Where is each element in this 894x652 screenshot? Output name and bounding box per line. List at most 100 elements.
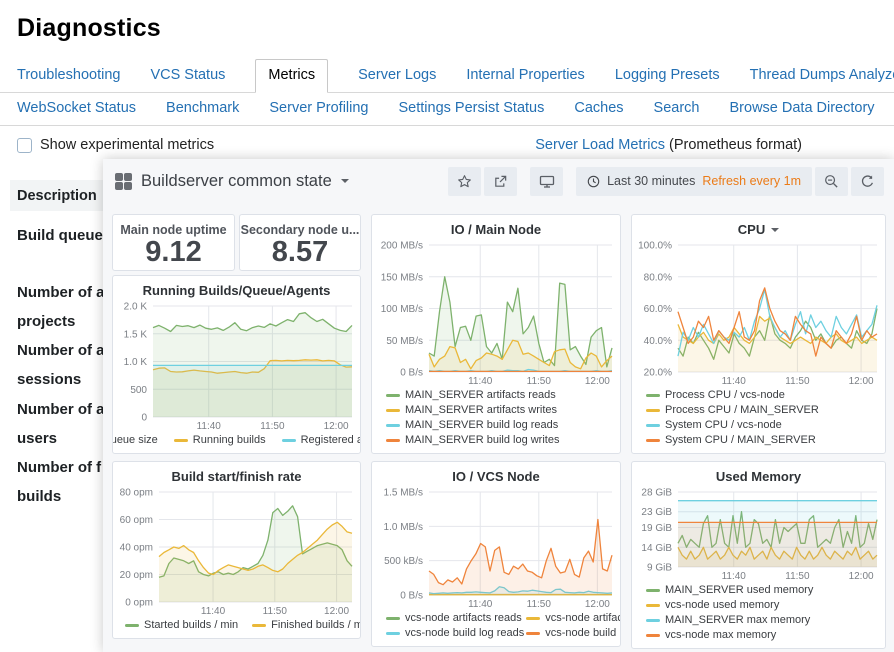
chart-canvas[interactable]: 9 GiB14 GiB19 GiB23 GiB28 GiB11:4011:501… [632, 486, 885, 582]
grafana-dashboard: Buildserver common state Last 30 minutes… [103, 159, 894, 652]
legend-item[interactable]: Running builds [174, 434, 266, 446]
dashboard-grid-icon [115, 173, 132, 190]
chart-panel-io-main-node: IO / Main Node0 B/s50 MB/s100 MB/s150 MB… [371, 214, 621, 454]
svg-text:1.5 MB/s: 1.5 MB/s [384, 488, 423, 499]
legend-item[interactable]: System CPU / MAIN_SERVER [646, 434, 877, 446]
svg-text:12:00: 12:00 [849, 376, 874, 387]
legend-item[interactable]: MAIN_SERVER used memory [646, 584, 877, 596]
svg-text:0 B/s: 0 B/s [400, 368, 423, 379]
legend-item[interactable]: vcs-node build log writes [526, 627, 621, 639]
share-button[interactable] [484, 167, 517, 196]
chart-canvas[interactable]: 0 B/s50 MB/s100 MB/s150 MB/s200 MB/s11:4… [372, 239, 620, 387]
legend-swatch [386, 632, 400, 635]
panel-title[interactable]: Used Memory [632, 462, 885, 486]
tab-vcs-status[interactable]: VCS Status [150, 60, 225, 92]
panel-title[interactable]: Build start/finish rate [113, 462, 360, 486]
svg-text:11:50: 11:50 [527, 376, 552, 387]
svg-text:0: 0 [141, 413, 147, 424]
chart-canvas[interactable]: 20.0%40.0%60.0%80.0%100.0%11:4011:5012:0… [632, 239, 885, 387]
star-button[interactable] [448, 167, 481, 196]
tab-benchmark[interactable]: Benchmark [166, 93, 239, 125]
legend-item[interactable]: vcs-node artifacts reads [386, 612, 524, 624]
legend-swatch [646, 394, 660, 397]
tab-search[interactable]: Search [654, 93, 700, 125]
experimental-metrics-checkbox[interactable] [17, 138, 32, 153]
stat-panel-title[interactable]: Secondary node u... [240, 223, 360, 237]
legend-item[interactable]: MAIN_SERVER build log writes [386, 434, 612, 446]
tab-caches[interactable]: Caches [574, 93, 623, 125]
legend-item[interactable]: MAIN_SERVER artifacts reads [386, 389, 612, 401]
dashboard-body: Main node uptime9.12 hourSecondary node … [103, 203, 894, 652]
tab-server-profiling[interactable]: Server Profiling [269, 93, 368, 125]
chart-canvas[interactable]: 0 B/s500 kB/s1.0 MB/s1.5 MB/s11:4011:501… [372, 486, 620, 610]
tab-internal-properties[interactable]: Internal Properties [466, 60, 584, 92]
tab-row-1: Troubleshooting VCS Status Metrics Server L… [0, 59, 894, 93]
legend-item[interactable]: Registered agents [282, 434, 361, 446]
legend-item[interactable]: Finished builds / min [252, 619, 361, 631]
legend-swatch [646, 589, 660, 592]
tab-settings-persist-status[interactable]: Settings Persist Status [399, 93, 545, 125]
io-main-node-chart[interactable]: 0 B/s50 MB/s100 MB/s150 MB/s200 MB/s11:4… [372, 239, 620, 387]
server-load-metrics-link[interactable]: Server Load Metrics [535, 137, 665, 153]
chart-panel-cpu: CPU20.0%40.0%60.0%80.0%100.0%11:4011:501… [631, 214, 886, 454]
chart-canvas[interactable]: 0 opm20 opm40 opm60 opm80 opm11:4011:501… [113, 486, 360, 617]
legend-item[interactable]: System CPU / vcs-node [646, 419, 877, 431]
io-vcs-node-chart[interactable]: 0 B/s500 kB/s1.0 MB/s1.5 MB/s11:4011:501… [372, 486, 620, 610]
legend-label: vcs-node build log reads [405, 627, 524, 639]
legend-swatch [125, 624, 139, 627]
panel-title[interactable]: IO / VCS Node [372, 462, 620, 486]
build-rate-chart[interactable]: 0 opm20 opm40 opm60 opm80 opm11:4011:501… [113, 486, 360, 617]
legend-item[interactable]: Started builds / min [125, 619, 238, 631]
panel-title[interactable]: Running Builds/Queue/Agents [113, 276, 360, 300]
used-memory-chart[interactable]: 9 GiB14 GiB19 GiB23 GiB28 GiB11:4011:501… [632, 486, 885, 582]
svg-text:1.0 MB/s: 1.0 MB/s [384, 522, 423, 533]
svg-text:40.0%: 40.0% [644, 336, 672, 347]
legend-swatch [646, 619, 660, 622]
legend-item[interactable]: vcs-node build log reads [386, 627, 524, 639]
svg-text:500: 500 [130, 385, 147, 396]
chart-canvas[interactable]: 05001.0 K1.5 K2.0 K11:4011:5012:00 [113, 300, 360, 432]
tab-thread-dumps-analyzer[interactable]: Thread Dumps Analyzer [750, 60, 894, 92]
tab-metrics[interactable]: Metrics [255, 59, 328, 93]
legend-item[interactable]: MAIN_SERVER build log reads [386, 419, 612, 431]
panel-title[interactable]: CPU [632, 215, 885, 239]
svg-text:11:40: 11:40 [722, 376, 747, 387]
legend-label: Process CPU / MAIN_SERVER [665, 404, 819, 416]
tab-browse-data-directory[interactable]: Browse Data Directory [730, 93, 875, 125]
dashboard-header: Buildserver common state Last 30 minutes… [103, 159, 894, 203]
dashboard-title-group[interactable]: Buildserver common state [115, 172, 349, 191]
legend-item[interactable]: MAIN_SERVER max memory [646, 614, 877, 626]
svg-text:1.0 K: 1.0 K [124, 357, 148, 368]
zoom-out-button[interactable] [815, 167, 848, 196]
legend-item[interactable]: vcs-node used memory [646, 599, 877, 611]
tab-websocket-status[interactable]: WebSocket Status [17, 93, 136, 125]
chart-legend: vcs-node artifacts readsvcs-node artifac… [372, 610, 620, 646]
svg-text:20.0%: 20.0% [644, 368, 672, 379]
refresh-button[interactable] [851, 167, 884, 196]
cpu-chart[interactable]: 20.0%40.0%60.0%80.0%100.0%11:4011:5012:0… [632, 239, 885, 387]
legend-swatch [646, 409, 660, 412]
legend-item[interactable]: Process CPU / MAIN_SERVER [646, 404, 877, 416]
running-builds-chart[interactable]: 05001.0 K1.5 K2.0 K11:4011:5012:00 [113, 300, 360, 432]
tab-logging-presets[interactable]: Logging Presets [615, 60, 720, 92]
legend-item[interactable]: Process CPU / vcs-node [646, 389, 877, 401]
legend-item[interactable]: MAIN_SERVER artifacts writes [386, 404, 612, 416]
svg-text:50 MB/s: 50 MB/s [386, 336, 423, 347]
legend-item[interactable]: Queue size [112, 434, 158, 446]
tab-troubleshooting[interactable]: Troubleshooting [17, 60, 120, 92]
svg-text:12:00: 12:00 [324, 421, 349, 432]
tab-server-logs[interactable]: Server Logs [358, 60, 436, 92]
legend-item[interactable]: vcs-node artifacts writes [526, 612, 621, 624]
legend-swatch [526, 617, 540, 620]
experimental-metrics-toggle[interactable]: Show experimental metrics [17, 137, 214, 153]
stat-panel-title[interactable]: Main node uptime [113, 223, 234, 237]
panel-title-text: IO / Main Node [451, 222, 541, 237]
time-picker-button[interactable]: Last 30 minutes Refresh every 1m [576, 167, 812, 196]
svg-text:60 opm: 60 opm [120, 515, 153, 526]
legend-item[interactable]: vcs-node max memory [646, 629, 877, 641]
tv-mode-button[interactable] [530, 167, 563, 196]
legend-label: System CPU / vcs-node [665, 419, 782, 431]
panel-title[interactable]: IO / Main Node [372, 215, 620, 239]
svg-text:11:40: 11:40 [201, 606, 226, 617]
chart-panel-running-builds: Running Builds/Queue/Agents05001.0 K1.5 … [112, 275, 361, 454]
